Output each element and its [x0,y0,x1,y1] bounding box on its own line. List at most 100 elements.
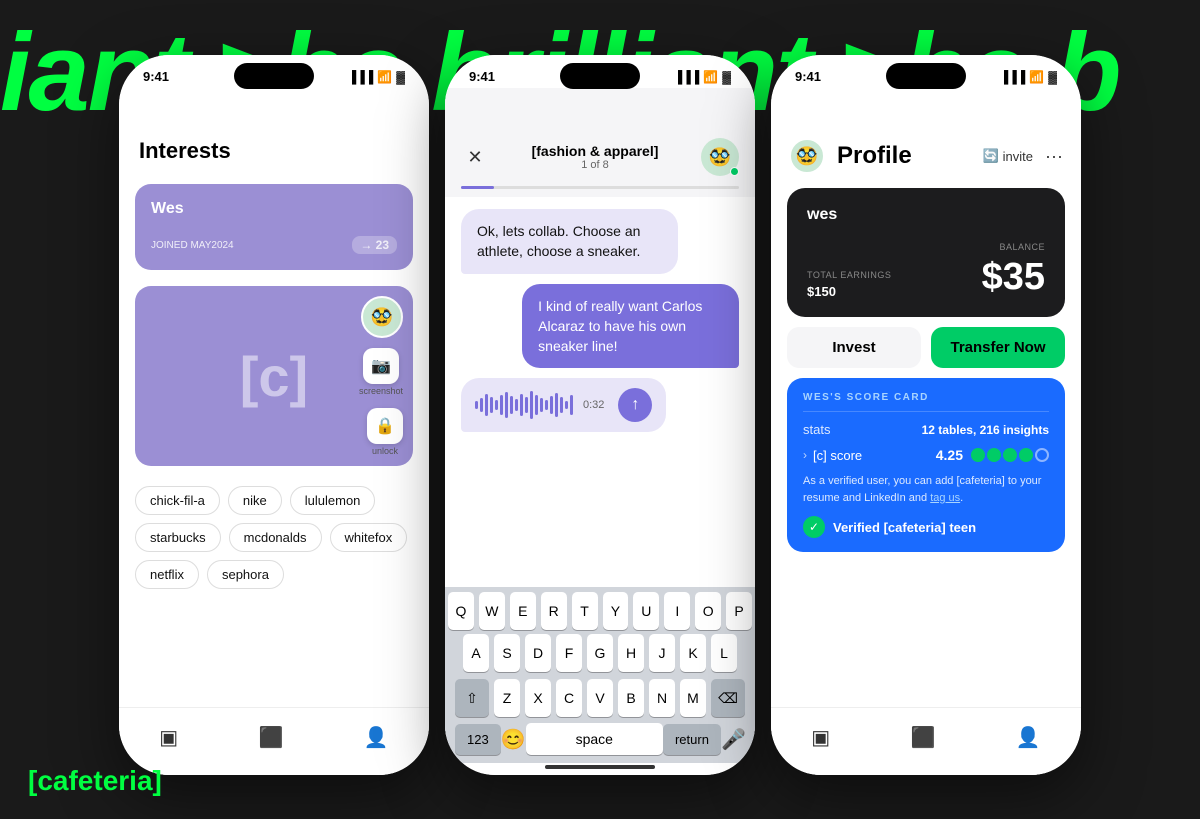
key-123[interactable]: 123 [455,724,501,755]
c-score-value: 4.25 [936,447,963,463]
key-H[interactable]: H [618,634,644,672]
action-row: Invest Transfer Now [787,327,1065,368]
key-return[interactable]: return [663,724,721,755]
signal-icon-3: ▐▐▐ [1000,70,1026,84]
total-earnings-section: TOTAL EARNINGS $150 [807,270,891,299]
key-P[interactable]: P [726,592,752,630]
tag-chickfila[interactable]: chick-fil-a [135,486,220,515]
nav-cards-3[interactable]: ▣ [811,725,830,750]
key-K[interactable]: K [680,634,706,672]
card1-joined-row: JOINED MAY2024 → 23 [151,236,397,254]
score-divider [803,411,1049,412]
invest-button[interactable]: Invest [787,327,921,368]
nav-cards-1[interactable]: ▣ [159,725,178,750]
key-shift[interactable]: ⇧ [455,679,489,717]
tag-mcdonalds[interactable]: mcdonalds [229,523,322,552]
status-icons-3: ▐▐▐ 📶 ▓ [1000,70,1057,84]
nav-home-1[interactable]: ⬛ [259,725,284,750]
progress-bar-container [445,186,755,197]
emoji-key[interactable]: 😊 [501,727,526,752]
tag-nike[interactable]: nike [228,486,282,515]
chat-messages: Ok, lets collab. Choose an athlete, choo… [445,197,755,587]
battery-icon-2: ▓ [722,70,731,84]
key-X[interactable]: X [525,679,551,717]
key-L[interactable]: L [711,634,737,672]
tag-starbucks[interactable]: starbucks [135,523,221,552]
nav-profile-3[interactable]: 👤 [1016,725,1041,750]
key-space[interactable]: space [526,723,663,755]
chat-title-area: [fashion & apparel] 1 of 8 [489,143,701,171]
total-earnings-value: $150 [807,284,891,299]
keyboard-bottom-row: 123 😊 space return 🎤 [445,719,755,763]
key-V[interactable]: V [587,679,613,717]
key-M[interactable]: M [680,679,706,717]
tag-lululemon[interactable]: lululemon [290,486,376,515]
bottom-nav-1: ▣ ⬛ 👤 [119,707,429,775]
verified-icon: ✓ [803,516,825,538]
more-options-button[interactable]: ··· [1045,146,1063,167]
screenshot-button-area[interactable]: 📷 screenshot [359,348,403,396]
c-score-chevron[interactable]: › [803,448,807,462]
key-D[interactable]: D [525,634,551,672]
key-Z[interactable]: Z [494,679,520,717]
nav-home-3[interactable]: ⬛ [911,725,936,750]
key-B[interactable]: B [618,679,644,717]
keyboard-row-2: A S D F G H J K L [445,632,755,674]
phone-chat: 9:41 ▐▐▐ 📶 ▓ ✕ [fashion & apparel] 1 of … [445,55,755,775]
key-J[interactable]: J [649,634,675,672]
unlock-button-area[interactable]: 🔒 unlock [367,408,403,456]
key-Y[interactable]: Y [603,592,629,630]
star-4 [1019,448,1033,462]
key-O[interactable]: O [695,592,721,630]
tag-us-link[interactable]: tag us [930,492,960,504]
key-I[interactable]: I [664,592,690,630]
chat-header: ✕ [fashion & apparel] 1 of 8 🥸 [445,88,755,186]
key-T[interactable]: T [572,592,598,630]
dynamic-island-3 [886,63,966,89]
screenshot-icon-btn[interactable]: 📷 [363,348,399,384]
audio-send-button[interactable]: ↑ [618,388,652,422]
msg-right-1: I kind of really want Carlos Alcaraz to … [522,284,739,369]
key-S[interactable]: S [494,634,520,672]
screen-profile: 9:41 ▐▐▐ 📶 ▓ 🥸 Profile 🔄 invite ··· [771,55,1081,775]
score-card: WES'S SCORE CARD stats 12 tables, 216 in… [787,378,1065,552]
card1-username: Wes [151,200,397,218]
brand-label: [cafeteria] [28,765,162,797]
key-F[interactable]: F [556,634,582,672]
key-R[interactable]: R [541,592,567,630]
close-button[interactable]: ✕ [461,143,489,171]
chat-avatar-emoji: 🥸 [709,147,731,168]
mic-key[interactable]: 🎤 [721,727,746,752]
tags-container: chick-fil-a nike lululemon starbucks mcd… [119,474,429,601]
key-A[interactable]: A [463,634,489,672]
key-G[interactable]: G [587,634,613,672]
invite-button[interactable]: 🔄 invite [982,148,1033,164]
audio-time: 0:32 [583,399,604,411]
tag-whitefox[interactable]: whitefox [330,523,408,552]
c-bracket-display: [c] [240,344,308,409]
screen-chat: 9:41 ▐▐▐ 📶 ▓ ✕ [fashion & apparel] 1 of … [445,55,755,775]
key-E[interactable]: E [510,592,536,630]
transfer-button[interactable]: Transfer Now [931,327,1065,368]
star-1 [971,448,985,462]
key-U[interactable]: U [633,592,659,630]
tag-sephora[interactable]: sephora [207,560,284,589]
key-N[interactable]: N [649,679,675,717]
key-Q[interactable]: Q [448,592,474,630]
battery-icon-1: ▓ [396,70,405,84]
time-2: 9:41 [469,69,495,84]
tag-netflix[interactable]: netflix [135,560,199,589]
unlock-icon-btn[interactable]: 🔒 [367,408,403,444]
phone-profile: 9:41 ▐▐▐ 📶 ▓ 🥸 Profile 🔄 invite ··· [771,55,1081,775]
key-W[interactable]: W [479,592,505,630]
profile-header: 🥸 Profile 🔄 invite ··· [771,88,1081,184]
stats-row: stats 12 tables, 216 insights [803,422,1049,437]
online-indicator [730,167,739,176]
wifi-icon-3: 📶 [1029,70,1044,84]
key-backspace[interactable]: ⌫ [711,679,745,717]
balance-label: BALANCE [982,242,1045,252]
nav-profile-1[interactable]: 👤 [364,725,389,750]
key-C[interactable]: C [556,679,582,717]
score-card-title: WES'S SCORE CARD [803,392,1049,403]
avatar-emoji-1: 🥸 [371,307,393,328]
